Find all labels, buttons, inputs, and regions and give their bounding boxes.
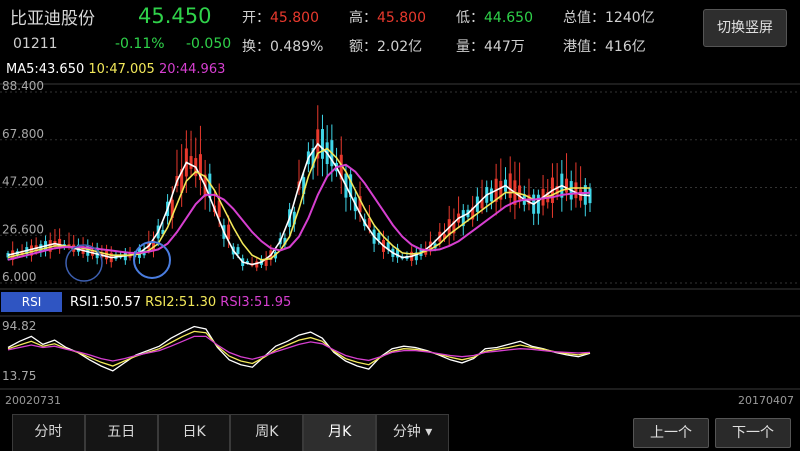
tab-five-day[interactable]: 五日 [84, 415, 158, 451]
tab-weekly-k[interactable]: 周K [230, 415, 304, 451]
candle-body [508, 173, 512, 198]
start-date: 20020731 [5, 394, 61, 407]
candle-body [574, 182, 578, 199]
next-stock-button[interactable]: 下一个 [715, 418, 791, 448]
candle-body [565, 178, 569, 193]
tab-minute[interactable]: 分钟 ▾ [376, 415, 449, 451]
rsi-tick-label: 94.82 [2, 319, 36, 333]
period-tabs: 分时 五日 日K 周K 月K 分钟 ▾ [12, 414, 449, 451]
price-tick-label: 6.000 [2, 270, 36, 284]
candle-body [236, 247, 240, 254]
price-tick-label: 67.800 [2, 127, 44, 141]
candle-body [489, 188, 493, 202]
rsi-legend: RSI1:50.57 RSI2:51.30 RSI3:51.95 [70, 295, 291, 310]
tab-daily-k[interactable]: 日K [157, 415, 231, 451]
rsi2-line [7, 330, 591, 367]
rsi3-legend: RSI3:51.95 [220, 295, 292, 310]
price-tick-label: 88.400 [2, 79, 44, 93]
rsi-indicator-button[interactable]: RSI [1, 292, 62, 312]
prev-stock-button[interactable]: 上一个 [633, 418, 709, 448]
end-date: 20170407 [738, 394, 794, 407]
price-tick-label: 47.200 [2, 175, 44, 189]
candle-body [320, 129, 324, 159]
tab-timeshare[interactable]: 分时 [12, 415, 85, 451]
candle-body [227, 224, 231, 240]
price-tick-label: 26.600 [2, 222, 44, 236]
candle-body [105, 251, 109, 260]
tab-monthly-k[interactable]: 月K [303, 415, 377, 451]
rsi-tick-label: 13.75 [2, 369, 36, 383]
rsi2-legend: RSI2:51.30 [145, 295, 217, 310]
candle-body [536, 194, 540, 214]
candle-body [189, 156, 193, 169]
kline-chart[interactable]: 88.400 67.800 47.200 26.600 6.000 94.82 13.75 [0, 0, 800, 450]
rsi1-legend: RSI1:50.57 [70, 295, 141, 310]
